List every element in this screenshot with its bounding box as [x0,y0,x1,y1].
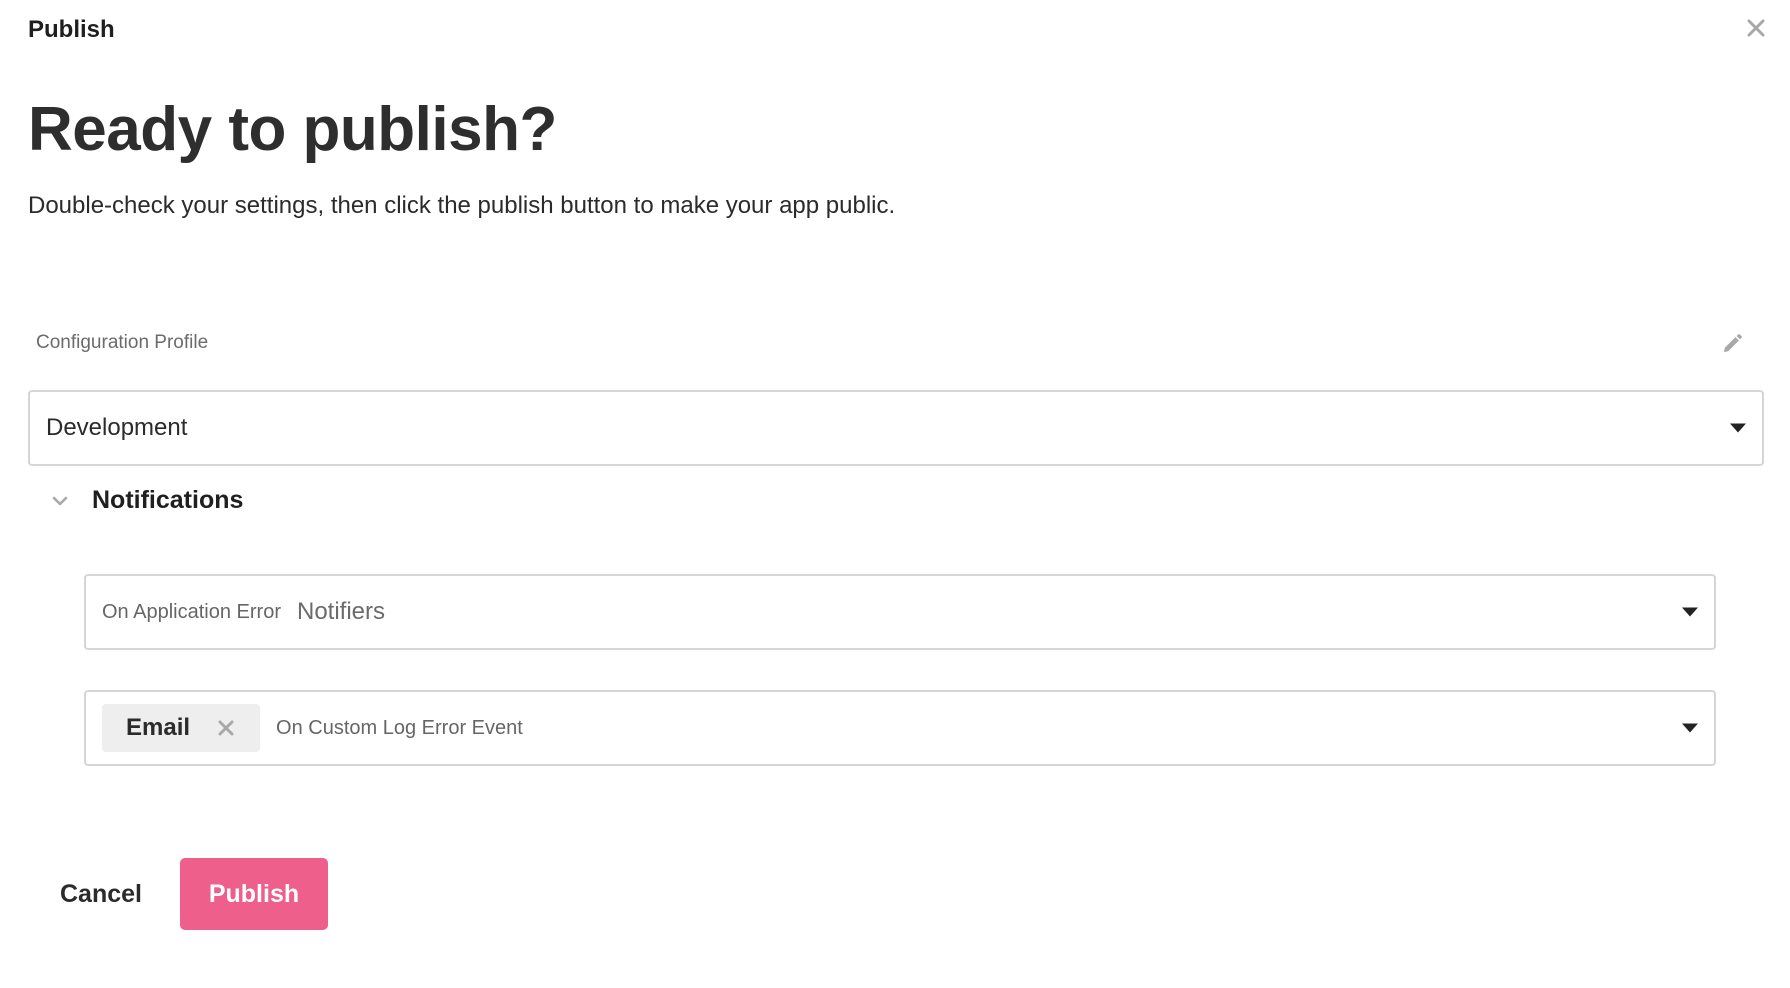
notifier-chip-email: Email [102,704,261,752]
configuration-profile-label: Configuration Profile [36,332,209,353]
configuration-profile-select[interactable]: Development [28,390,1764,466]
publish-button[interactable]: Publish [180,858,328,930]
pencil-icon [1724,334,1742,352]
caret-down-icon [1682,607,1698,617]
close-button[interactable] [1742,14,1770,42]
configuration-profile-value: Development [46,414,188,441]
notifications-section-toggle[interactable]: Notifications [48,486,243,515]
publish-modal: Publish Ready to publish? Double-check y… [0,0,1790,988]
cancel-button[interactable]: Cancel [52,858,150,930]
chip-label: Email [126,714,191,741]
caret-down-icon [1682,723,1698,733]
chevron-down-icon [48,489,72,513]
on-application-error-select[interactable]: On Application Error Notifiers [84,574,1716,650]
page-heading: Ready to publish? [28,95,557,164]
close-icon [1747,19,1765,37]
page-subtitle: Double-check your settings, then click t… [28,192,896,219]
on-application-error-label: On Application Error [102,600,281,623]
notifications-section-label: Notifications [92,486,244,514]
notifiers-placeholder: Notifiers [296,598,386,625]
modal-title: Publish [28,16,115,43]
remove-chip-button[interactable] [216,718,236,738]
on-custom-log-error-event-select[interactable]: Email On Custom Log Error Event [84,690,1716,766]
caret-down-icon [1730,423,1746,433]
edit-configuration-button[interactable] [1718,330,1746,358]
on-custom-log-error-event-label: On Custom Log Error Event [276,716,523,739]
remove-icon [218,720,234,736]
